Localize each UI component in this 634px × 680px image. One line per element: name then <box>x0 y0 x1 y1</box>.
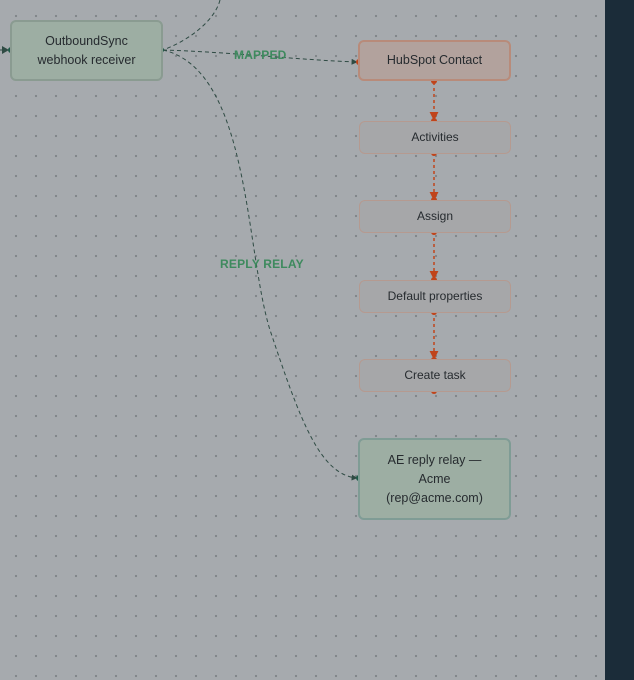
flow-canvas[interactable]: OutboundSync webhook receiver HubSpot Co… <box>0 0 605 680</box>
node-label: HubSpot Contact <box>386 53 483 67</box>
node-label: AE reply relay — Acme (rep@acme.com) <box>386 452 483 505</box>
node-label: Create task <box>404 368 466 382</box>
node-default-properties[interactable]: Default properties <box>359 280 511 313</box>
node-label: Activities <box>411 130 459 144</box>
node-label: OutboundSync webhook receiver <box>37 33 136 67</box>
left-arrow-icon <box>2 46 9 54</box>
incoming-edge <box>162 0 221 51</box>
node-activities[interactable]: Activities <box>359 121 511 154</box>
node-label: Default properties <box>387 289 483 303</box>
node-create-task[interactable]: Create task <box>359 359 511 392</box>
edge-layer <box>0 0 439 481</box>
edge-label-reply-relay: REPLY RELAY <box>220 257 304 271</box>
node-assign[interactable]: Assign <box>359 200 511 233</box>
node-label: Assign <box>416 209 454 223</box>
node-ae-reply-relay[interactable]: AE reply relay — Acme (rep@acme.com) <box>358 438 511 520</box>
edge-label-mapped: MAPPED <box>234 48 287 62</box>
right-side-panel <box>605 0 634 680</box>
node-outboundsync-webhook[interactable]: OutboundSync webhook receiver <box>10 20 163 81</box>
node-hubspot-contact[interactable]: HubSpot Contact <box>358 40 511 81</box>
